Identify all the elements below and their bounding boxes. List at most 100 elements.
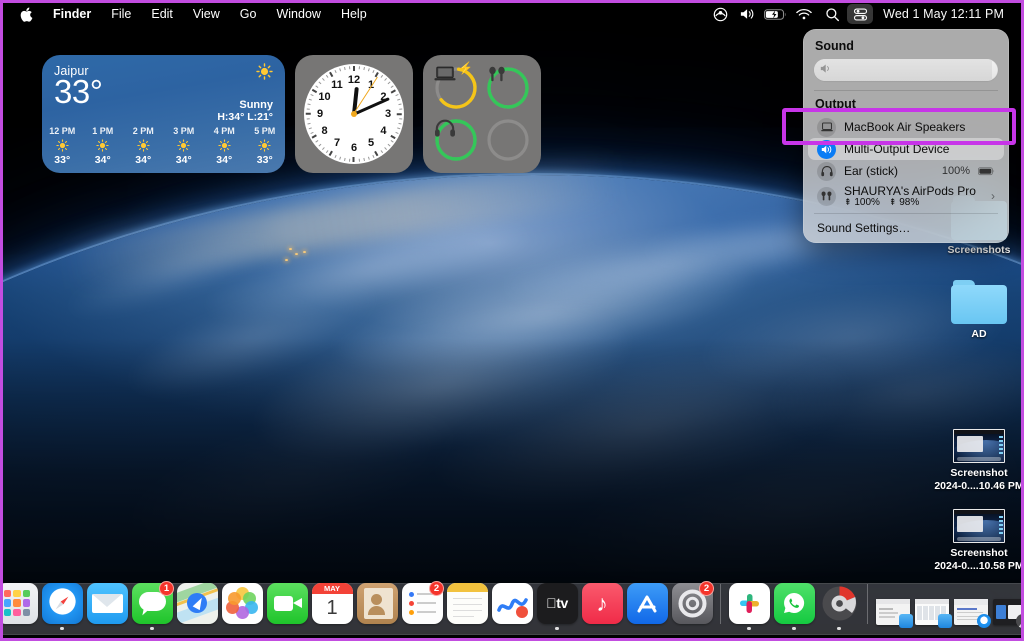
desktop-icon-label: Screenshot (950, 467, 1008, 479)
clock-tick (387, 143, 391, 147)
clock-tick (312, 134, 318, 139)
output-device-shauryas-airpods-pro[interactable]: SHAURYA's AirPods Pro ⇞ 100% ⇞ 98% › (808, 182, 1004, 210)
sound-panel-title: Sound (815, 39, 854, 53)
menu-bar-clock[interactable]: Wed 1 May 12:11 PM (875, 7, 1010, 21)
dock-item-tv[interactable]: tv (536, 582, 578, 630)
speaker-icon (820, 61, 833, 79)
clock-tick (362, 157, 365, 162)
output-device-label: Multi-Output Device (844, 142, 950, 156)
safari-icon (41, 582, 83, 624)
dock-item-safari[interactable] (41, 582, 83, 630)
menu-item-window[interactable]: Window (266, 3, 330, 25)
hourly-item: 5 PM 33° (245, 126, 285, 166)
window-thumbnail (915, 599, 952, 628)
menu-item-help[interactable]: Help (331, 3, 377, 25)
hour-temp: 34° (94, 154, 111, 166)
clock-tick (309, 94, 314, 97)
dock-item-maps[interactable] (176, 582, 218, 630)
sun-icon (245, 139, 285, 152)
minimized-window-daisydisk[interactable] (992, 582, 1021, 630)
sound-settings-link[interactable]: Sound Settings… (803, 218, 1009, 237)
menu-item-go[interactable]: Go (230, 3, 267, 25)
minimized-window-numbers[interactable] (914, 582, 952, 630)
clock-tick (390, 89, 396, 94)
desktop-icon-screenshot-1046[interactable]: Screenshot 2024-0....10.46 PM (931, 429, 1021, 492)
daisydisk-icon (819, 583, 860, 624)
airpods-left-battery: 100% (854, 197, 880, 208)
dock-item-photos[interactable] (221, 582, 263, 630)
laptop-speaker-icon (817, 117, 836, 137)
clock-widget[interactable]: 123456789101112 (295, 55, 413, 173)
sound-control-center-panel: Sound Output MacBook Air Speakers Multi-… (803, 29, 1009, 243)
dock-item-daisydisk[interactable] (818, 582, 860, 630)
chevron-right-icon[interactable]: › (989, 189, 995, 203)
dock-item-freeform[interactable] (491, 582, 533, 630)
freeform-icon (491, 582, 533, 624)
output-device-multi-output-device[interactable]: Multi-Output Device (808, 138, 1004, 160)
menu-item-finder[interactable]: Finder (43, 3, 101, 25)
clock-numeral: 4 (380, 125, 387, 137)
calendar-day: 1 (326, 597, 338, 619)
menu-item-file[interactable]: File (101, 3, 141, 25)
screenshot-thumbnail (953, 429, 1005, 463)
desktop-icon-screenshot-1058[interactable]: Screenshot 2024-0....10.58 PM (931, 509, 1021, 572)
clock-tick (371, 69, 374, 74)
dock-item-facetime[interactable] (266, 582, 308, 630)
clock-tick (308, 127, 312, 130)
dock-item-messages[interactable]: 1 (131, 581, 174, 630)
clock-tick (321, 77, 325, 81)
volume-slider[interactable] (814, 59, 998, 81)
dock-item-contacts[interactable] (356, 582, 398, 630)
volume-icon[interactable] (735, 4, 761, 24)
clock-tick (348, 66, 350, 70)
clock-tick (397, 103, 402, 106)
divider (814, 90, 998, 91)
clock-tick (374, 150, 379, 156)
control-center-icon[interactable] (847, 4, 874, 24)
output-device-ear-stick[interactable]: Ear (stick) 100% (808, 160, 1004, 182)
spotlight-search-icon[interactable] (819, 4, 845, 24)
clock-tick (353, 157, 355, 162)
airpods-right-battery: 98% (899, 197, 920, 208)
earbuds-icon (817, 161, 836, 181)
minimized-window-pages[interactable] (875, 582, 913, 630)
batteries-widget[interactable]: ⚡ (423, 55, 541, 173)
dock-item-reminders[interactable]: 2 (401, 581, 444, 630)
clock-tick (334, 69, 337, 74)
desktop-icon-label: Screenshot (950, 547, 1008, 559)
clock-tick (306, 113, 311, 115)
dock-item-notes[interactable] (446, 582, 488, 630)
screen-mirroring-icon[interactable] (707, 4, 733, 24)
clock-tick (343, 157, 346, 162)
folder-icon (951, 280, 1007, 324)
dock-item-calendar[interactable]: MAY 1 (311, 582, 353, 630)
desktop-icon-ad[interactable]: AD (931, 280, 1021, 341)
clock-tick (308, 98, 312, 101)
apple-tv-icon: tv (536, 582, 578, 624)
menu-item-view[interactable]: View (183, 3, 230, 25)
headphones-icon (435, 119, 455, 137)
dock-item-music[interactable]: ♪ (581, 582, 623, 630)
menu-bar: Finder File Edit View Go Window Help Wed… (3, 3, 1021, 25)
dock-item-slack[interactable] (728, 582, 770, 630)
clock-tick (396, 98, 400, 101)
hourly-item: 4 PM 34° (204, 126, 244, 166)
wifi-icon[interactable] (791, 4, 817, 24)
menu-item-edit[interactable]: Edit (141, 3, 183, 25)
dock-item-app-store[interactable] (626, 582, 668, 630)
dock-item-whatsapp[interactable] (773, 582, 815, 630)
launchpad-icon (3, 582, 38, 624)
clock-tick (334, 154, 337, 159)
clock-tick (394, 94, 399, 97)
dock-item-system-settings[interactable]: 2 (671, 581, 714, 630)
reminders-badge: 2 (429, 581, 444, 596)
dock-item-launchpad[interactable] (3, 582, 38, 630)
dock-item-mail[interactable] (86, 582, 128, 630)
minimized-window-safari[interactable] (953, 582, 991, 630)
clock-tick (325, 74, 328, 78)
battery-charging-icon[interactable] (763, 4, 789, 24)
apple-logo-icon[interactable] (10, 6, 43, 22)
weather-widget[interactable]: Jaipur 33° Sunny H:34° L:21° 12 PM 33° 1… (42, 55, 285, 173)
output-device-macbook-air-speakers[interactable]: MacBook Air Speakers (808, 116, 1004, 138)
desktop-icon-label: Screenshots (947, 244, 1011, 256)
